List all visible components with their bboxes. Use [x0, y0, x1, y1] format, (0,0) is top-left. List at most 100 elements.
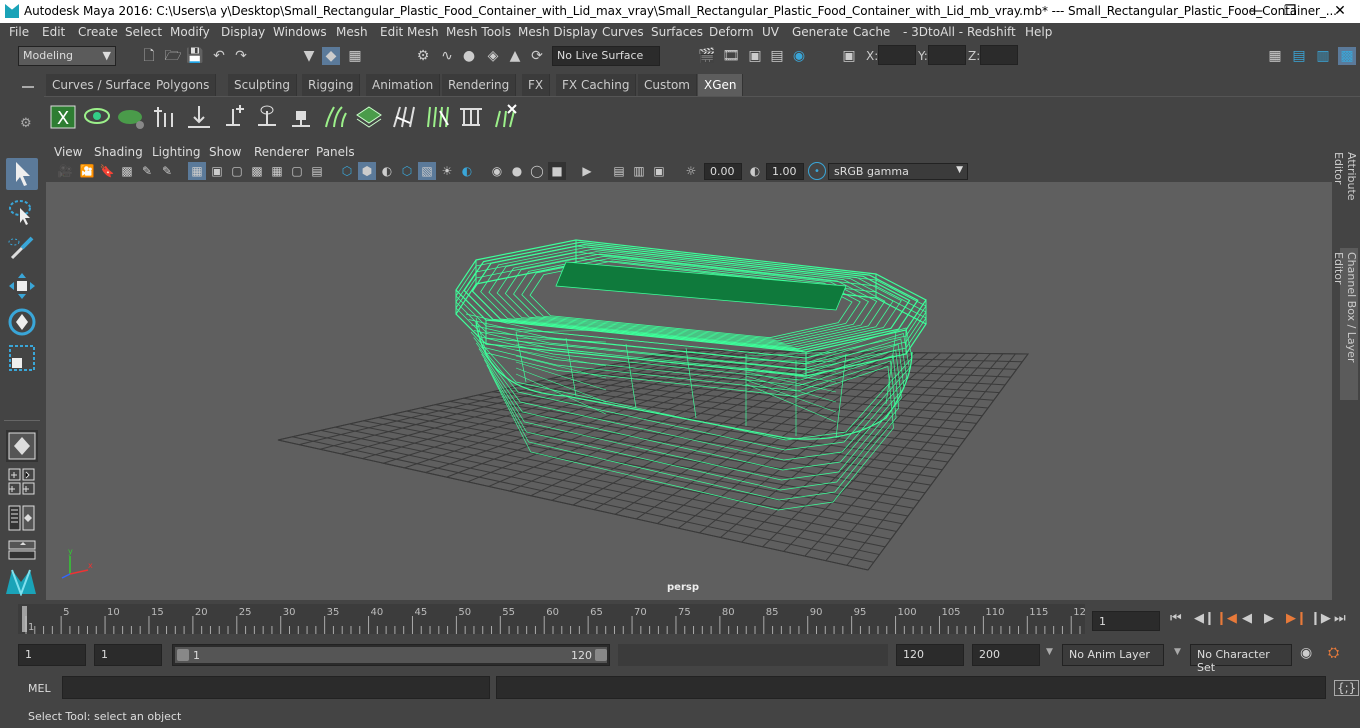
xgen-convert-icon[interactable]: [388, 103, 418, 131]
maximize-button[interactable]: ❐: [1280, 2, 1300, 20]
menu-display[interactable]: Display: [221, 25, 265, 39]
select-hierarchy-icon[interactable]: ▼: [300, 47, 318, 65]
menu-surfaces[interactable]: Surfaces: [651, 25, 703, 39]
xray-active-icon[interactable]: ▥: [630, 162, 648, 180]
live-surface-field[interactable]: No Live Surface: [552, 46, 660, 66]
menu-create[interactable]: Create: [78, 25, 118, 39]
render-frame-icon[interactable]: 🎞: [722, 47, 740, 65]
snap-grid-icon[interactable]: ⚙: [414, 47, 432, 65]
menu-select[interactable]: Select: [125, 25, 162, 39]
end-time-field[interactable]: 200: [972, 644, 1040, 666]
step-back-key-icon[interactable]: ❙◀: [1216, 611, 1237, 626]
modeling-toolkit-icon[interactable]: ▦: [1266, 47, 1284, 65]
panel-menu-renderer[interactable]: Renderer: [254, 145, 309, 159]
shelf-tab-rendering[interactable]: Rendering: [442, 74, 517, 96]
attribute-editor-icon[interactable]: ▤: [1290, 47, 1308, 65]
time-slider[interactable]: 1 5 10 15 20 25 30 35 40 45 50 55 60 65 70 75 80 85 90 95 10…: [18, 604, 1086, 634]
lasso-tool-icon[interactable]: [6, 196, 38, 228]
graph-layout-icon[interactable]: [8, 540, 36, 560]
channel-box-icon[interactable]: ▩: [1338, 47, 1356, 65]
grid-toggle-icon[interactable]: ▦: [188, 162, 206, 180]
menu-cache[interactable]: Cache: [853, 25, 890, 39]
menu-redshift[interactable]: Redshift: [967, 25, 1016, 39]
panel-menu-lighting[interactable]: Lighting: [152, 145, 201, 159]
move-tool-icon[interactable]: [6, 270, 38, 302]
tab-channel-box[interactable]: Channel Box / Layer Editor: [1332, 248, 1358, 400]
range-slider-left-grip[interactable]: [177, 649, 189, 661]
rotate-tool-icon[interactable]: [6, 306, 38, 338]
xgen-delete-guide-icon[interactable]: [490, 103, 520, 131]
isolate-select-icon[interactable]: ▶: [578, 162, 596, 180]
tab-attribute-editor[interactable]: Attribute Editor: [1332, 148, 1358, 238]
shadows-icon[interactable]: ◐: [458, 162, 476, 180]
step-forward-key-icon[interactable]: ▶❙: [1286, 611, 1307, 626]
single-perspective-layout-icon[interactable]: [6, 430, 38, 462]
viewport-persp[interactable]: y x persp: [46, 182, 1332, 600]
play-forward-icon[interactable]: ▶: [1264, 611, 1274, 626]
xgen-preview-icon[interactable]: [82, 103, 112, 131]
shelf-tab-sculpting[interactable]: Sculpting: [228, 74, 298, 96]
xgen-bend-guide-icon[interactable]: [252, 103, 282, 131]
make-live-icon[interactable]: ⟳: [528, 47, 546, 65]
anim-layer-dropdown[interactable]: No Anim Layer: [1062, 644, 1164, 666]
exposure-icon[interactable]: ☼: [682, 162, 700, 180]
shelf-tab-custom[interactable]: Custom: [638, 74, 697, 96]
scale-tool-icon[interactable]: [6, 342, 38, 374]
current-time-marker[interactable]: [22, 606, 27, 632]
screen-space-ao-icon[interactable]: ◉: [488, 162, 506, 180]
camera-backface-icon[interactable]: ▣: [650, 162, 668, 180]
xray-joints-icon[interactable]: ▤: [610, 162, 628, 180]
shelf-tab-fx-caching[interactable]: FX Caching: [556, 74, 637, 96]
bookmark-icon[interactable]: 🔖: [98, 162, 116, 180]
use-all-lights-icon[interactable]: ☀: [438, 162, 456, 180]
camera-icon[interactable]: 🎥: [56, 162, 74, 180]
snap-point-icon[interactable]: ●: [460, 47, 478, 65]
script-editor-icon[interactable]: {;}: [1334, 680, 1360, 696]
menu-mesh[interactable]: Mesh: [336, 25, 368, 39]
menu-windows[interactable]: Windows: [273, 25, 327, 39]
gate-mask-icon[interactable]: ▩: [248, 162, 266, 180]
menu-modify[interactable]: Modify: [170, 25, 210, 39]
ipr-render-icon[interactable]: ▣: [746, 47, 764, 65]
mel-input[interactable]: [62, 676, 490, 699]
menu-3dtoall[interactable]: - 3DtoAll -: [903, 25, 963, 39]
render-settings-icon[interactable]: ▤: [768, 47, 786, 65]
shelf-tab-animation[interactable]: Animation: [366, 74, 441, 96]
gamma-icon[interactable]: ◐: [746, 162, 764, 180]
mode-dropdown[interactable]: Modeling ▼: [18, 46, 116, 66]
tool-settings-icon[interactable]: ▥: [1314, 47, 1332, 65]
y-field[interactable]: [928, 45, 966, 65]
panel-menu-view[interactable]: View: [54, 145, 82, 159]
panel-menu-panels[interactable]: Panels: [316, 145, 355, 159]
range-slider-handle[interactable]: [175, 647, 607, 663]
xgen-add-guide-icon[interactable]: [150, 103, 180, 131]
x-field[interactable]: [878, 45, 916, 65]
anti-aliasing-icon[interactable]: ◯: [528, 162, 546, 180]
menu-mesh-display[interactable]: Mesh Display: [518, 25, 598, 39]
panel-menu-show[interactable]: Show: [209, 145, 241, 159]
close-button[interactable]: ✕: [1330, 2, 1350, 20]
current-frame-field[interactable]: 1: [1092, 611, 1160, 631]
hypershade-icon[interactable]: ◉: [790, 47, 808, 65]
camera-attributes-icon[interactable]: 🎦: [78, 162, 96, 180]
color-space-dropdown[interactable]: sRGB gamma ▼: [828, 163, 968, 180]
playback-end-field[interactable]: 120: [896, 644, 964, 666]
auto-key-icon[interactable]: ◉: [1300, 645, 1312, 661]
grease-pencil-icon[interactable]: ✎: [138, 162, 156, 180]
wireframe-icon[interactable]: ⬡: [338, 162, 356, 180]
menu-help[interactable]: Help: [1025, 25, 1052, 39]
maya-home-icon[interactable]: [4, 566, 38, 596]
mel-label[interactable]: MEL: [28, 682, 51, 695]
panel-menu-shading[interactable]: Shading: [94, 145, 143, 159]
undo-icon[interactable]: ↶: [210, 47, 228, 65]
play-backward-icon[interactable]: ◀: [1242, 611, 1252, 626]
go-to-start-icon[interactable]: ⏮: [1170, 611, 1182, 626]
character-set-dropdown[interactable]: No Character Set: [1190, 644, 1292, 674]
menu-deform[interactable]: Deform: [709, 25, 754, 39]
xray-icon[interactable]: ▧: [418, 162, 436, 180]
menu-mesh-tools[interactable]: Mesh Tools: [446, 25, 511, 39]
exposure-field[interactable]: 0.00: [704, 163, 742, 180]
depth-of-field-icon[interactable]: ■: [548, 162, 566, 180]
outliner-layout-icon[interactable]: [8, 504, 36, 532]
four-view-layout-icon[interactable]: [8, 468, 36, 496]
